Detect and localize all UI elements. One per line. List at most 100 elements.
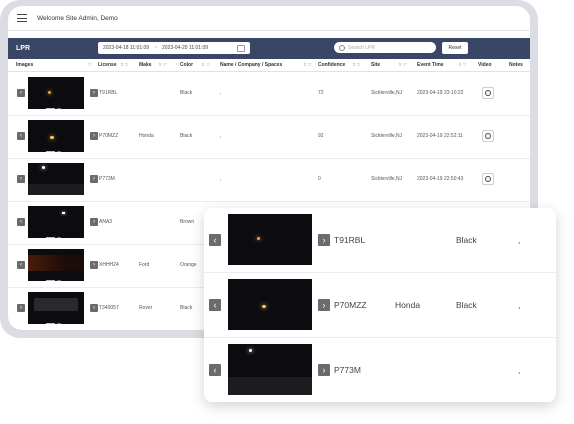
welcome-text: Welcome Site Admin, Demo	[37, 14, 118, 22]
chevron-right-icon[interactable]: ›	[318, 234, 330, 246]
image-pager-dots[interactable]	[46, 148, 66, 152]
table-row: ‹ › T91RBL Black, 72 Sicklerville,NJ 2023-04-1…	[8, 72, 530, 116]
top-bar: Welcome Site Admin, Demo	[8, 6, 530, 31]
zoom-cell-name: ,	[518, 235, 521, 245]
cell-confidence: 92	[318, 133, 324, 139]
cell-confidence: 0	[318, 176, 321, 182]
col-images: Images	[16, 62, 34, 68]
chevron-left-icon[interactable]: ‹	[17, 132, 25, 140]
lpr-image	[28, 163, 84, 195]
cell-make: Rover	[139, 305, 153, 311]
col-license[interactable]: License	[98, 62, 117, 68]
chevron-right-icon[interactable]: ›	[90, 261, 98, 269]
image-pager-dots[interactable]	[256, 325, 288, 327]
play-icon[interactable]	[482, 87, 494, 99]
col-video: Video	[478, 62, 492, 68]
image-pager-dots[interactable]	[46, 320, 66, 324]
image-pager-dots[interactable]	[46, 105, 66, 109]
cell-color: Brown	[180, 219, 195, 225]
lpr-image-large	[228, 214, 312, 265]
col-name[interactable]: Name / Company / Spaces	[220, 62, 282, 68]
cell-site: Sicklerville,NJ	[371, 133, 403, 139]
sort-icon[interactable]: ⇕ ▽	[458, 62, 466, 68]
chevron-left-icon[interactable]: ‹	[209, 364, 221, 376]
cell-color: Black	[180, 133, 193, 139]
search-icon	[339, 44, 345, 51]
image-pager-dots[interactable]	[46, 277, 66, 281]
filter-icon[interactable]: ▽	[88, 62, 91, 68]
zoom-cell-license: T91RBL	[334, 235, 366, 245]
sort-icon[interactable]: ⇕ ▽	[352, 62, 360, 68]
col-color[interactable]: Color	[180, 62, 193, 68]
lpr-image	[28, 292, 84, 324]
hamburger-icon[interactable]	[17, 14, 27, 23]
cell-license: P773M	[99, 176, 115, 182]
cell-name: ,	[220, 90, 222, 96]
zoom-detail-panel: ‹ › T91RBL Black, ‹ › P70MZZ Honda Black, ‹ › P773M…	[204, 208, 556, 402]
table-header: Images ▽ License ⇕ ▽ Make ⇕ ▽ Color ⇕ ▽ …	[8, 59, 530, 72]
zoom-cell-name: ,	[518, 365, 521, 375]
image-pager-dots[interactable]	[46, 234, 66, 238]
cell-color: Black	[180, 90, 193, 96]
chevron-right-icon[interactable]: ›	[318, 299, 330, 311]
search-input[interactable]: Search LPR	[334, 42, 436, 53]
sort-icon[interactable]: ⇕ ▽	[158, 62, 166, 68]
zoom-row: ‹ › P70MZZ Honda Black,	[204, 273, 556, 338]
date-to: 2023-04-20 11:01:09	[161, 45, 209, 51]
calendar-icon	[237, 44, 245, 52]
cell-site: Sicklerville,NJ	[371, 176, 403, 182]
chevron-left-icon[interactable]: ‹	[209, 234, 221, 246]
date-separator: ~	[154, 45, 157, 51]
chevron-right-icon[interactable]: ›	[90, 218, 98, 226]
sort-icon[interactable]: ⇕ ▽	[303, 62, 311, 68]
play-icon[interactable]	[482, 173, 494, 185]
col-event-time[interactable]: Event Time	[417, 62, 444, 68]
chevron-right-icon[interactable]: ›	[90, 304, 98, 312]
cell-make: Ford	[139, 262, 150, 268]
zoom-cell-license: P773M	[334, 365, 361, 375]
zoom-cell-color: Black	[456, 235, 477, 245]
cell-time: 2023-04-19 23:10:22	[417, 90, 464, 96]
date-from: 2023-04-18 11:01:09	[103, 45, 150, 51]
chevron-right-icon[interactable]: ›	[90, 89, 98, 97]
reset-button[interactable]: Reset	[442, 42, 468, 54]
cell-license: T340057	[99, 305, 119, 311]
cell-name: ,	[220, 176, 222, 182]
cell-make: Honda	[139, 133, 154, 139]
chevron-right-icon[interactable]: ›	[90, 132, 98, 140]
date-range-picker[interactable]: 2023-04-18 11:01:09 ~ 2023-04-20 11:01:0…	[98, 42, 250, 54]
lpr-image-large	[228, 279, 312, 330]
chevron-left-icon[interactable]: ‹	[17, 304, 25, 312]
col-make[interactable]: Make	[139, 62, 152, 68]
chevron-left-icon[interactable]: ‹	[17, 175, 25, 183]
lpr-image	[28, 206, 84, 238]
sort-icon[interactable]: ⇕ ▽	[398, 62, 406, 68]
cell-confidence: 72	[318, 90, 324, 96]
search-placeholder: Search LPR	[348, 44, 375, 51]
play-icon[interactable]	[482, 130, 494, 142]
page-title: LPR	[16, 45, 30, 52]
cell-time: 2023-04-19 22:50:43	[417, 176, 464, 182]
zoom-row: ‹ › T91RBL Black,	[204, 208, 556, 273]
cell-color: Black	[180, 305, 193, 311]
sort-icon[interactable]: ⇕ ▽	[201, 62, 209, 68]
chevron-right-icon[interactable]: ›	[90, 175, 98, 183]
col-site[interactable]: Site	[371, 62, 380, 68]
chevron-left-icon[interactable]: ‹	[17, 218, 25, 226]
col-confidence[interactable]: Confidence	[318, 62, 345, 68]
cell-color: Orange	[180, 262, 197, 268]
chevron-left-icon[interactable]: ‹	[17, 261, 25, 269]
zoom-cell-color: Black	[456, 300, 477, 310]
zoom-cell-name: ,	[518, 300, 521, 310]
chevron-left-icon[interactable]: ‹	[17, 89, 25, 97]
image-pager-dots[interactable]	[256, 260, 288, 262]
sort-icon[interactable]: ⇕ ▽	[120, 62, 128, 68]
lpr-image	[28, 249, 84, 281]
lpr-toolbar: LPR 2023-04-18 11:01:09 ~ 2023-04-20 11:…	[8, 38, 530, 59]
cell-name: ,	[220, 133, 222, 139]
chevron-right-icon[interactable]: ›	[318, 364, 330, 376]
lpr-image	[28, 77, 84, 109]
cell-license: T91RBL	[99, 90, 118, 96]
zoom-cell-license: P70MZZ	[334, 300, 367, 310]
chevron-left-icon[interactable]: ‹	[209, 299, 221, 311]
